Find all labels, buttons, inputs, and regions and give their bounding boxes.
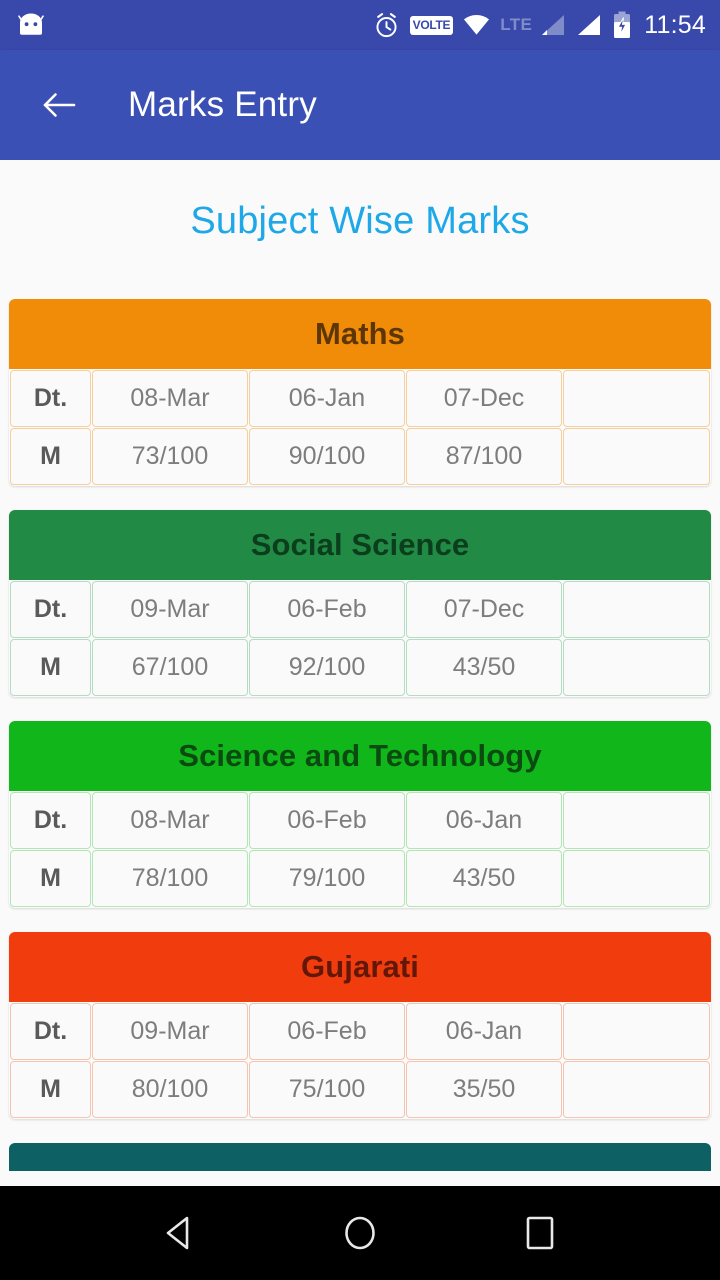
back-triangle-icon[interactable] bbox=[157, 1210, 203, 1256]
subject-card-list: Maths Dt. 08-Mar 06-Jan 07-Dec M 73/100 … bbox=[0, 299, 720, 1171]
marks-cell[interactable]: 87/100 bbox=[406, 428, 562, 485]
status-bar-clock: 11:54 bbox=[644, 10, 706, 39]
android-head-icon bbox=[18, 13, 44, 35]
date-cell[interactable]: 06-Feb bbox=[249, 1003, 405, 1060]
marks-cell-empty[interactable] bbox=[563, 428, 710, 485]
battery-charging-icon bbox=[614, 11, 631, 38]
row-label-date: Dt. bbox=[10, 370, 91, 427]
subject-card-social-science[interactable]: Social Science Dt. 09-Mar 06-Feb 07-Dec … bbox=[9, 510, 711, 697]
date-cell[interactable]: 09-Mar bbox=[92, 1003, 248, 1060]
scroll-content[interactable]: Subject Wise Marks Maths Dt. 08-Mar 06-J… bbox=[0, 160, 720, 1186]
row-label-marks: M bbox=[10, 1061, 91, 1118]
date-cell-empty[interactable] bbox=[563, 581, 710, 638]
table-row-dates: Dt. 09-Mar 06-Feb 06-Jan bbox=[10, 1003, 710, 1060]
table-row-marks: M 67/100 92/100 43/50 bbox=[10, 639, 710, 696]
marks-cell[interactable]: 90/100 bbox=[249, 428, 405, 485]
marks-cell[interactable]: 92/100 bbox=[249, 639, 405, 696]
phone-screen: VOLTE LTE 11:54 Marks Entry Subject Wise… bbox=[0, 0, 720, 1280]
marks-cell[interactable]: 43/50 bbox=[406, 639, 562, 696]
date-cell[interactable]: 08-Mar bbox=[92, 370, 248, 427]
status-bar: VOLTE LTE 11:54 bbox=[0, 0, 720, 50]
date-cell[interactable]: 07-Dec bbox=[406, 581, 562, 638]
row-label-date: Dt. bbox=[10, 1003, 91, 1060]
marks-table-science-and-technology: Dt. 08-Mar 06-Feb 06-Jan M 78/100 79/100… bbox=[9, 791, 711, 908]
marks-cell-empty[interactable] bbox=[563, 639, 710, 696]
recents-square-icon[interactable] bbox=[517, 1210, 563, 1256]
table-row-dates: Dt. 09-Mar 06-Feb 07-Dec bbox=[10, 581, 710, 638]
subject-name: Science and Technology bbox=[178, 738, 542, 773]
table-row-marks: M 73/100 90/100 87/100 bbox=[10, 428, 710, 485]
date-cell-empty[interactable] bbox=[563, 370, 710, 427]
subject-name: Gujarati bbox=[301, 949, 419, 984]
marks-table-social-science: Dt. 09-Mar 06-Feb 07-Dec M 67/100 92/100… bbox=[9, 580, 711, 697]
marks-cell-empty[interactable] bbox=[563, 1061, 710, 1118]
wifi-icon bbox=[464, 15, 490, 35]
status-bar-right: VOLTE LTE 11:54 bbox=[373, 11, 706, 40]
app-bar: Marks Entry bbox=[0, 50, 720, 160]
date-cell[interactable]: 06-Feb bbox=[249, 792, 405, 849]
table-row-marks: M 80/100 75/100 35/50 bbox=[10, 1061, 710, 1118]
date-cell[interactable]: 06-Feb bbox=[249, 581, 405, 638]
date-cell[interactable]: 06-Jan bbox=[249, 370, 405, 427]
marks-cell[interactable]: 80/100 bbox=[92, 1061, 248, 1118]
android-navigation-bar bbox=[0, 1186, 720, 1280]
table-row-marks: M 78/100 79/100 43/50 bbox=[10, 850, 710, 907]
row-label-date: Dt. bbox=[10, 792, 91, 849]
screen-heading: Subject Wise Marks bbox=[190, 200, 530, 242]
marks-cell[interactable]: 79/100 bbox=[249, 850, 405, 907]
page-title: Marks Entry bbox=[128, 85, 317, 124]
marks-cell[interactable]: 73/100 bbox=[92, 428, 248, 485]
marks-cell[interactable]: 75/100 bbox=[249, 1061, 405, 1118]
date-cell[interactable]: 09-Mar bbox=[92, 581, 248, 638]
marks-cell-empty[interactable] bbox=[563, 850, 710, 907]
marks-cell[interactable]: 43/50 bbox=[406, 850, 562, 907]
marks-table-gujarati: Dt. 09-Mar 06-Feb 06-Jan M 80/100 75/100… bbox=[9, 1002, 711, 1119]
date-cell[interactable]: 07-Dec bbox=[406, 370, 562, 427]
marks-table-maths: Dt. 08-Mar 06-Jan 07-Dec M 73/100 90/100… bbox=[9, 369, 711, 486]
home-circle-icon[interactable] bbox=[337, 1210, 383, 1256]
alarm-icon bbox=[376, 12, 397, 37]
signal-bars-icon-2 bbox=[578, 15, 601, 35]
date-cell-empty[interactable] bbox=[563, 1003, 710, 1060]
subject-card-science-and-technology[interactable]: Science and Technology Dt. 08-Mar 06-Feb… bbox=[9, 721, 711, 908]
marks-cell[interactable]: 35/50 bbox=[406, 1061, 562, 1118]
marks-cell[interactable]: 78/100 bbox=[92, 850, 248, 907]
status-bar-left bbox=[18, 13, 44, 37]
date-cell[interactable]: 08-Mar bbox=[92, 792, 248, 849]
date-cell[interactable]: 06-Jan bbox=[406, 1003, 562, 1060]
table-row-dates: Dt. 08-Mar 06-Feb 06-Jan bbox=[10, 792, 710, 849]
marks-cell[interactable]: 67/100 bbox=[92, 639, 248, 696]
subject-name: Maths bbox=[314, 316, 406, 351]
subject-header-maths: Maths bbox=[9, 299, 711, 369]
back-arrow-icon[interactable] bbox=[38, 84, 80, 126]
subject-header-gujarati: Gujarati bbox=[9, 932, 711, 1002]
date-cell[interactable]: 06-Jan bbox=[406, 792, 562, 849]
table-row-dates: Dt. 08-Mar 06-Jan 07-Dec bbox=[10, 370, 710, 427]
volte-icon: VOLTE bbox=[409, 15, 454, 35]
subject-header-science-and-technology: Science and Technology bbox=[9, 721, 711, 791]
subject-card-next-partial[interactable] bbox=[9, 1143, 711, 1171]
subject-card-maths[interactable]: Maths Dt. 08-Mar 06-Jan 07-Dec M 73/100 … bbox=[9, 299, 711, 486]
subject-header-social-science: Social Science bbox=[9, 510, 711, 580]
subject-card-gujarati[interactable]: Gujarati Dt. 09-Mar 06-Feb 06-Jan M 80/1… bbox=[9, 932, 711, 1119]
signal-bars-icon-1 bbox=[542, 15, 565, 35]
row-label-marks: M bbox=[10, 428, 91, 485]
lte-icon: LTE bbox=[500, 15, 533, 34]
date-cell-empty[interactable] bbox=[563, 792, 710, 849]
subject-name: Social Science bbox=[250, 527, 470, 562]
row-label-marks: M bbox=[10, 639, 91, 696]
row-label-marks: M bbox=[10, 850, 91, 907]
row-label-date: Dt. bbox=[10, 581, 91, 638]
